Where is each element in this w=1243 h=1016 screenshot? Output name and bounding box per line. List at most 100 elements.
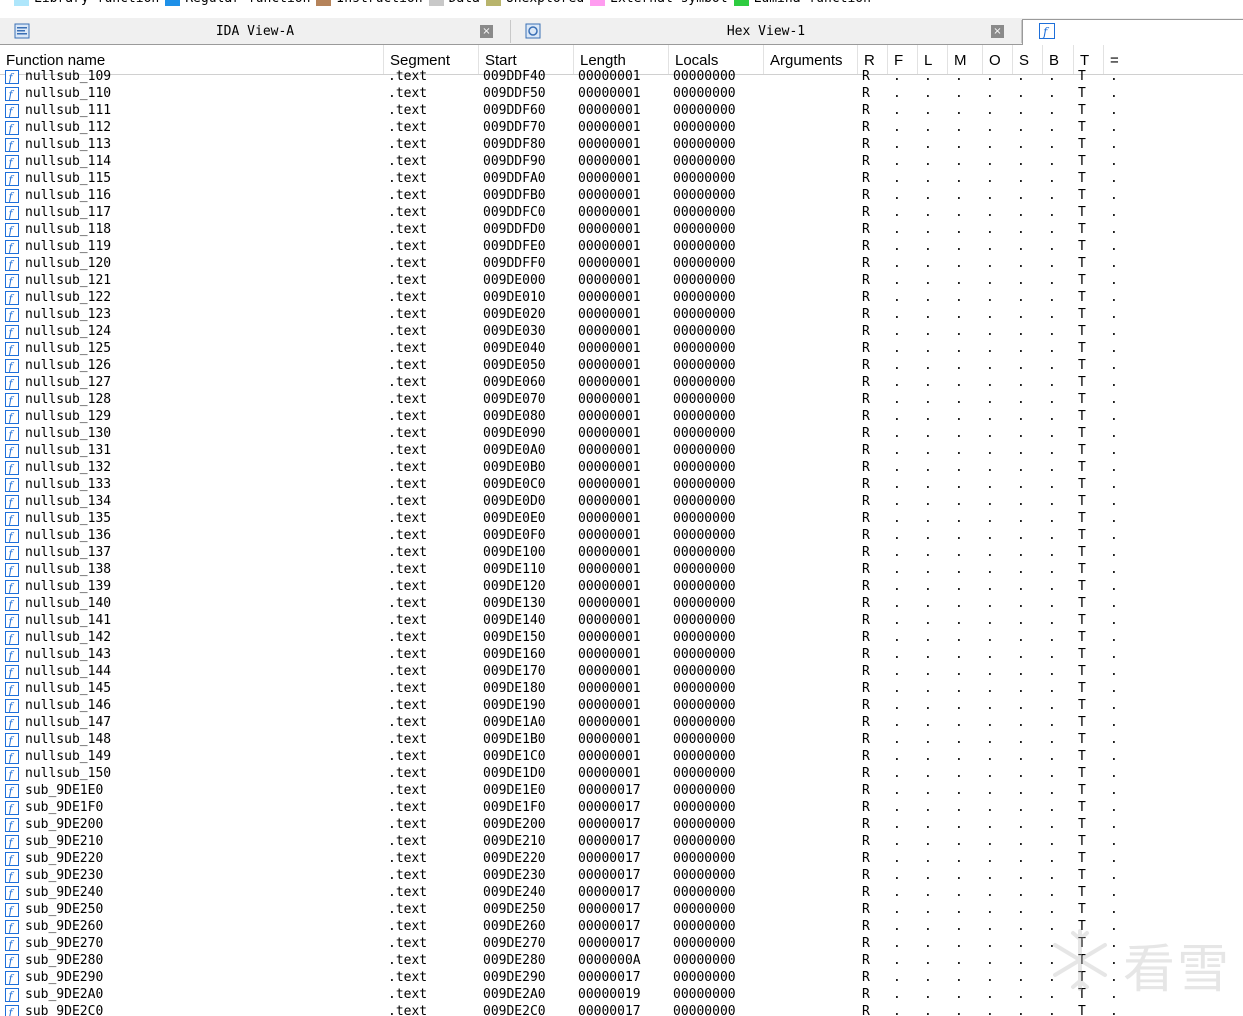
table-row[interactable]: f nullsub_131 .text 009DE0A0 00000001 0000000… (0, 442, 1243, 459)
table-row[interactable]: f nullsub_113 .text 009DDF80 00000001 0000000… (0, 136, 1243, 153)
segment-cell: .text (388, 817, 428, 832)
flag-b: . (1048, 1004, 1056, 1016)
flag-b: . (1048, 290, 1056, 305)
table-row[interactable]: f sub_9DE220 .text 009DE220 00000017 00000000… (0, 850, 1243, 867)
segment-cell: .text (388, 783, 428, 798)
table-row[interactable]: f nullsub_121 .text 009DE000 00000001 0000000… (0, 272, 1243, 289)
flag-f: . (893, 613, 901, 628)
table-row[interactable]: f nullsub_123 .text 009DE020 00000001 0000000… (0, 306, 1243, 323)
table-row[interactable]: f nullsub_122 .text 009DE010 00000001 0000000… (0, 289, 1243, 306)
table-row[interactable]: f nullsub_142 .text 009DE150 00000001 0000000… (0, 629, 1243, 646)
flag-s: . (1017, 766, 1025, 781)
function-icon: f (5, 732, 19, 748)
flag-r: R (862, 545, 870, 560)
table-row[interactable]: f nullsub_140 .text 009DE130 00000001 0000000… (0, 595, 1243, 612)
function-name: nullsub_114 (25, 154, 112, 169)
start-cell: 009DE110 (483, 562, 546, 577)
flag-t: T (1078, 885, 1086, 900)
tab-ida-view-a[interactable]: IDA View-A × (0, 20, 511, 43)
flag-o: . (986, 188, 994, 203)
table-row[interactable]: f nullsub_125 .text 009DE040 00000001 0000000… (0, 340, 1243, 357)
table-row[interactable]: f nullsub_128 .text 009DE070 00000001 0000000… (0, 391, 1243, 408)
table-row[interactable]: f sub_9DE240 .text 009DE240 00000017 00000000… (0, 884, 1243, 901)
table-row[interactable]: f nullsub_144 .text 009DE170 00000001 0000000… (0, 663, 1243, 680)
table-row[interactable]: f nullsub_134 .text 009DE0D0 00000001 0000000… (0, 493, 1243, 510)
table-row[interactable]: f nullsub_127 .text 009DE060 00000001 0000000… (0, 374, 1243, 391)
flag-s: . (1017, 392, 1025, 407)
table-row[interactable]: f nullsub_149 .text 009DE1C0 00000001 0000000… (0, 748, 1243, 765)
table-row[interactable]: f nullsub_120 .text 009DDFF0 00000001 0000000… (0, 255, 1243, 272)
flag-l: . (924, 307, 932, 322)
table-row[interactable]: f nullsub_124 .text 009DE030 00000001 0000000… (0, 323, 1243, 340)
table-row[interactable]: f nullsub_126 .text 009DE050 00000001 0000000… (0, 357, 1243, 374)
table-row[interactable]: f nullsub_150 .text 009DE1D0 00000001 0000000… (0, 765, 1243, 782)
table-row[interactable]: f nullsub_146 .text 009DE190 00000001 0000000… (0, 697, 1243, 714)
flag-t: T (1078, 239, 1086, 254)
table-row[interactable]: f nullsub_133 .text 009DE0C0 00000001 0000000… (0, 476, 1243, 493)
table-row[interactable]: f nullsub_115 .text 009DDFA0 00000001 0000000… (0, 170, 1243, 187)
flag-f: . (893, 86, 901, 101)
tab-functions[interactable]: f (1022, 19, 1243, 45)
function-icon: f (5, 987, 19, 1003)
flag-o: . (986, 919, 994, 934)
flag-b: . (1048, 324, 1056, 339)
table-row[interactable]: f nullsub_136 .text 009DE0F0 00000001 0000000… (0, 527, 1243, 544)
table-row[interactable]: f nullsub_129 .text 009DE080 00000001 0000000… (0, 408, 1243, 425)
segment-cell: .text (388, 511, 428, 526)
function-icon: f (5, 766, 19, 782)
locals-cell: 00000000 (673, 596, 736, 611)
table-row[interactable]: f nullsub_147 .text 009DE1A0 00000001 0000000… (0, 714, 1243, 731)
table-row[interactable]: f nullsub_137 .text 009DE100 00000001 0000000… (0, 544, 1243, 561)
table-row[interactable]: f sub_9DE200 .text 009DE200 00000017 00000000… (0, 816, 1243, 833)
table-row[interactable]: f nullsub_148 .text 009DE1B0 00000001 0000000… (0, 731, 1243, 748)
segment-cell: .text (388, 409, 428, 424)
flag-o: . (986, 460, 994, 475)
flag-t: T (1078, 171, 1086, 186)
flag-s: . (1017, 647, 1025, 662)
table-row[interactable]: f nullsub_135 .text 009DE0E0 00000001 0000000… (0, 510, 1243, 527)
table-row[interactable]: f nullsub_119 .text 009DDFE0 00000001 0000000… (0, 238, 1243, 255)
flag-s: . (1017, 970, 1025, 985)
table-row[interactable]: f sub_9DE250 .text 009DE250 00000017 00000000… (0, 901, 1243, 918)
flag-f: . (893, 409, 901, 424)
table-row[interactable]: f sub_9DE230 .text 009DE230 00000017 00000000… (0, 867, 1243, 884)
table-row[interactable]: f nullsub_116 .text 009DDFB0 00000001 0000000… (0, 187, 1243, 204)
table-row[interactable]: f sub_9DE1F0 .text 009DE1F0 00000017 00000000… (0, 799, 1243, 816)
flag-o: . (986, 1004, 994, 1016)
flag-l: . (924, 460, 932, 475)
table-row[interactable]: f nullsub_110 .text 009DDF50 00000001 0000000… (0, 85, 1243, 102)
segment-cell: .text (388, 596, 428, 611)
flag-m: . (955, 120, 963, 135)
flag-o: . (986, 630, 994, 645)
table-row[interactable]: f nullsub_109 .text 009DDF40 00000001 0000000… (0, 68, 1243, 85)
table-row[interactable]: f nullsub_141 .text 009DE140 00000001 0000000… (0, 612, 1243, 629)
table-row[interactable]: f nullsub_132 .text 009DE0B0 00000001 0000000… (0, 459, 1243, 476)
table-row[interactable]: f sub_9DE1E0 .text 009DE1E0 00000017 00000000… (0, 782, 1243, 799)
table-row[interactable]: f nullsub_143 .text 009DE160 00000001 0000000… (0, 646, 1243, 663)
close-icon[interactable]: × (991, 25, 1004, 38)
table-row[interactable]: f sub_9DE2C0 .text 009DE2C0 00000017 00000000… (0, 1003, 1243, 1016)
table-row[interactable]: f nullsub_130 .text 009DE090 00000001 0000000… (0, 425, 1243, 442)
tab-hex-view-1[interactable]: Hex View-1 × (511, 20, 1022, 43)
flag-eq: . (1110, 800, 1118, 815)
locals-cell: 00000000 (673, 970, 736, 985)
flag-m: . (955, 970, 963, 985)
flag-r: R (862, 341, 870, 356)
table-row[interactable]: f nullsub_139 .text 009DE120 00000001 0000000… (0, 578, 1243, 595)
flag-s: . (1017, 154, 1025, 169)
table-row[interactable]: f nullsub_138 .text 009DE110 00000001 0000000… (0, 561, 1243, 578)
table-row[interactable]: f nullsub_112 .text 009DDF70 00000001 0000000… (0, 119, 1243, 136)
function-list[interactable]: f nullsub_109 .text 009DDF40 00000001 0000000… (0, 68, 1243, 1016)
close-icon[interactable]: × (480, 25, 493, 38)
flag-o: . (986, 800, 994, 815)
table-row[interactable]: f nullsub_145 .text 009DE180 00000001 0000000… (0, 680, 1243, 697)
flag-b: . (1048, 902, 1056, 917)
table-row[interactable]: f nullsub_118 .text 009DDFD0 00000001 0000000… (0, 221, 1243, 238)
table-row[interactable]: f sub_9DE210 .text 009DE210 00000017 00000000… (0, 833, 1243, 850)
table-row[interactable]: f nullsub_114 .text 009DDF90 00000001 0000000… (0, 153, 1243, 170)
table-row[interactable]: f nullsub_111 .text 009DDF60 00000001 0000000… (0, 102, 1243, 119)
segment-cell: .text (388, 732, 428, 747)
flag-t: T (1078, 69, 1086, 84)
flag-r: R (862, 375, 870, 390)
table-row[interactable]: f nullsub_117 .text 009DDFC0 00000001 0000000… (0, 204, 1243, 221)
